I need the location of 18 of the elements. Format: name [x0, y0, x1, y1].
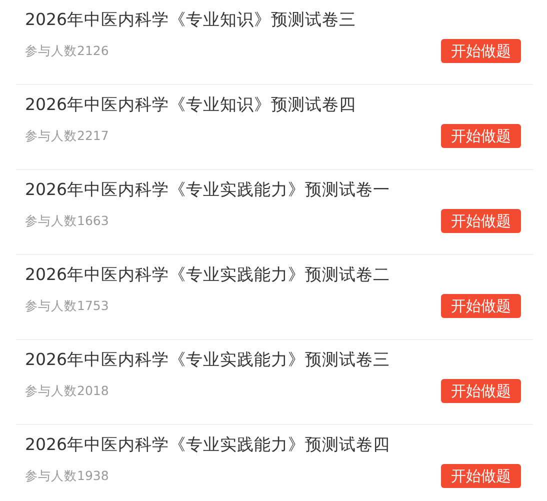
start-button[interactable]: 开始做题 [441, 379, 521, 403]
start-button[interactable]: 开始做题 [441, 464, 521, 488]
participant-count: 参与人数2217 [25, 126, 109, 145]
paper-title: 2026年中医内科学《专业知识》预测试卷四 [25, 94, 357, 116]
paper-title: 2026年中医内科学《专业实践能力》预测试卷四 [25, 434, 391, 456]
start-button[interactable]: 开始做题 [441, 294, 521, 318]
participant-count: 参与人数2018 [25, 382, 109, 400]
start-button[interactable]: 开始做题 [441, 124, 521, 148]
paper-title: 2026年中医内科学《专业实践能力》预测试卷二 [25, 264, 391, 286]
participant-count: 参与人数1753 [25, 296, 109, 315]
paper-title: 2026年中医内科学《专业知识》预测试卷三 [25, 9, 357, 31]
participant-count: 参与人数2126 [25, 42, 109, 60]
paper-title: 2026年中医内科学《专业实践能力》预测试卷三 [25, 349, 391, 371]
participant-count: 参与人数1663 [25, 212, 109, 230]
participant-count: 参与人数1938 [25, 466, 109, 485]
start-button[interactable]: 开始做题 [441, 209, 521, 233]
paper-title: 2026年中医内科学《专业实践能力》预测试卷一 [25, 179, 391, 201]
start-button[interactable]: 开始做题 [441, 39, 521, 63]
